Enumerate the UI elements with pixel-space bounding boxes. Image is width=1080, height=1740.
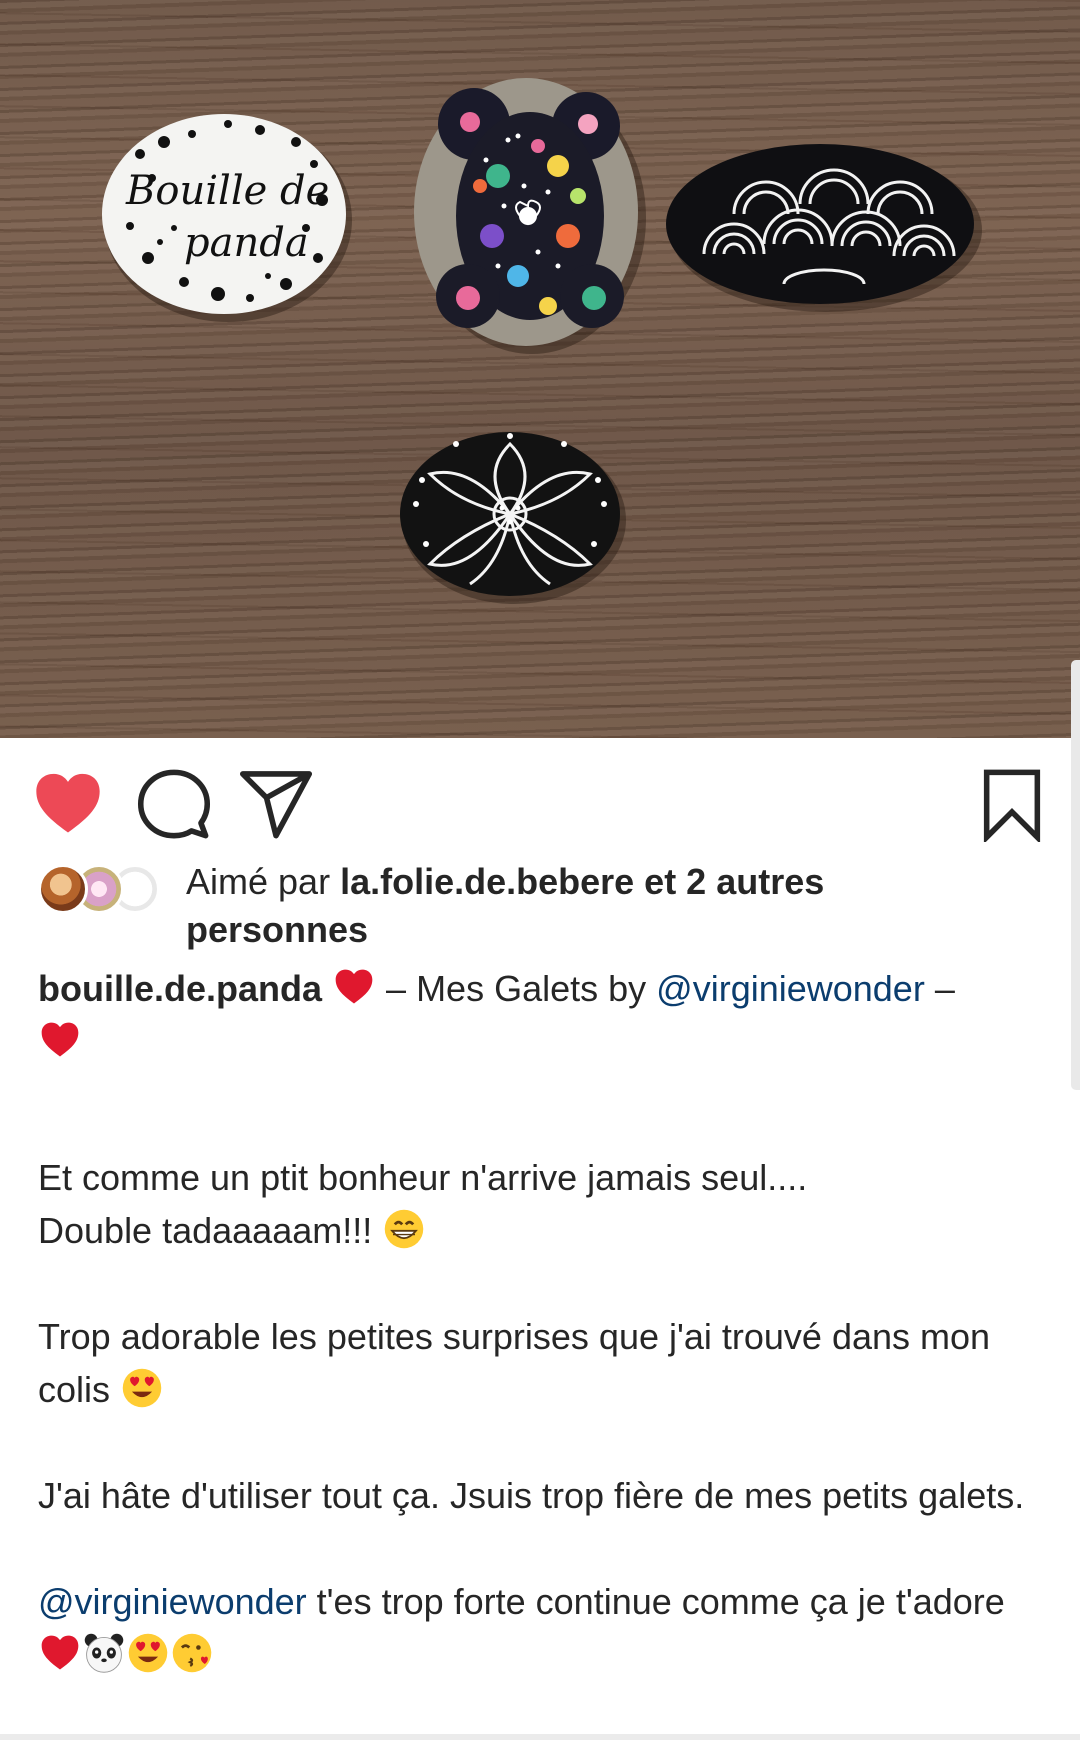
avatar xyxy=(38,864,88,914)
red-heart-emoji xyxy=(38,1018,82,1062)
red-heart-emoji xyxy=(38,1631,82,1675)
caption-title: bouille.de.panda – Mes Galets by @virgin… xyxy=(38,962,1038,1068)
heart-eyes-emoji xyxy=(126,1631,170,1675)
bookmark-icon xyxy=(983,769,1041,842)
comment-button[interactable] xyxy=(136,766,212,842)
grinning-emoji xyxy=(382,1207,426,1251)
caption-paragraph-3: J'ai hâte d'utiliser tout ça. Jsuis trop… xyxy=(38,1469,1038,1522)
share-icon xyxy=(239,771,313,839)
svg-text:Bouille de: Bouille de xyxy=(125,168,329,214)
like-button[interactable] xyxy=(30,766,106,842)
caption-paragraph-4: @virginiewonder t'es trop forte continue… xyxy=(38,1575,1038,1681)
caption-line: t'es trop forte continue comme ça je t'a… xyxy=(306,1581,1005,1622)
caption-paragraph-2: Trop adorable les petites surprises que … xyxy=(38,1310,1038,1416)
save-button[interactable] xyxy=(974,766,1050,842)
caption-username[interactable]: bouille.de.panda xyxy=(38,968,322,1009)
caption-title-dash: – xyxy=(924,968,955,1009)
svg-text:panda: panda xyxy=(184,220,309,266)
bear-stone xyxy=(408,66,648,356)
liker-username[interactable]: la.folie.de.bebere xyxy=(340,861,634,902)
white-stone: Bouille de panda xyxy=(100,108,352,324)
caption-paragraph-1: Et comme un ptit bonheur n'arrive jamais… xyxy=(38,1151,1038,1257)
black-stone xyxy=(664,134,982,314)
liker-avatars xyxy=(38,864,168,918)
caption-line: Et comme un ptit bonheur n'arrive jamais… xyxy=(38,1157,808,1198)
heart-eyes-emoji xyxy=(120,1366,164,1410)
caption-mention[interactable]: @virginiewonder xyxy=(38,1581,307,1622)
post-caption: bouille.de.panda – Mes Galets by @virgin… xyxy=(38,962,1038,1681)
caption-mention[interactable]: @virginiewonder xyxy=(656,968,925,1009)
caption-line: J'ai hâte d'utiliser tout ça. Jsuis trop… xyxy=(38,1475,1025,1516)
caption-title-text: – Mes Galets by xyxy=(376,968,657,1009)
scrollbar[interactable] xyxy=(1071,660,1080,1090)
heart-icon xyxy=(36,773,100,833)
post-action-bar xyxy=(0,738,1080,858)
likes-prefix: Aimé par xyxy=(186,861,341,902)
caption-line: Trop adorable les petites surprises que … xyxy=(38,1316,991,1410)
kissing-heart-emoji xyxy=(170,1631,214,1675)
post-photo[interactable]: Bouille de panda xyxy=(0,0,1080,738)
share-button[interactable] xyxy=(238,766,314,842)
caption-line: Double tadaaaaam!!! xyxy=(38,1210,383,1251)
mandala-stone xyxy=(396,424,628,606)
likes-text: Aimé par la.folie.de.bebere et 2 autres … xyxy=(186,858,946,954)
red-heart-emoji xyxy=(332,965,376,1009)
panda-emoji xyxy=(82,1631,126,1675)
comment-icon xyxy=(137,769,211,839)
divider xyxy=(0,1734,1080,1740)
